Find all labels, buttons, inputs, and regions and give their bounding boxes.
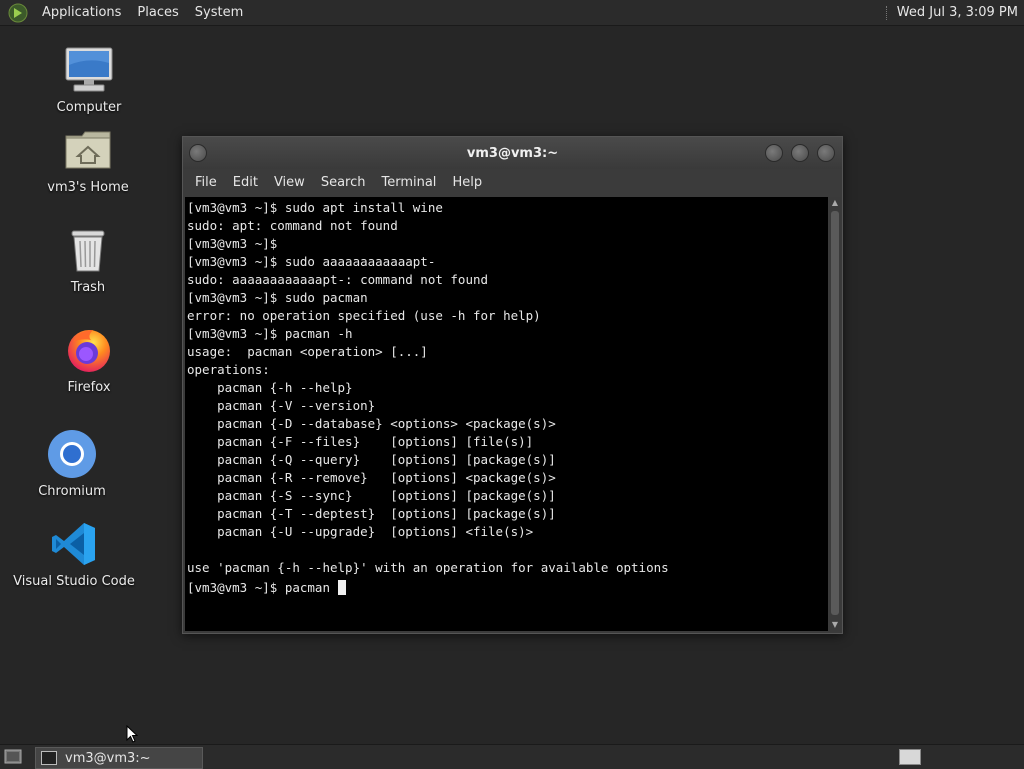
scroll-thumb[interactable]	[831, 211, 839, 615]
clock[interactable]: Wed Jul 3, 3:09 PM	[897, 5, 1024, 20]
desktop-icon-label: Computer	[56, 100, 122, 115]
desktop-icon-home[interactable]: vm3's Home	[28, 124, 148, 195]
terminal-line: [vm3@vm3 ~]$ pacman -h	[187, 326, 353, 341]
computer-icon	[63, 44, 115, 96]
menu-terminal[interactable]: Terminal	[373, 175, 444, 190]
menu-view[interactable]: View	[266, 175, 313, 190]
menu-file[interactable]: File	[187, 175, 225, 190]
terminal-text: [vm3@vm3 ~]$ sudo apt install wine sudo: …	[185, 197, 828, 577]
places-menu[interactable]: Places	[129, 0, 186, 25]
workspace-switcher[interactable]	[899, 749, 921, 765]
terminal-line: pacman {-T --deptest} [options] [package…	[187, 506, 556, 521]
terminal-line: error: no operation specified (use -h fo…	[187, 308, 541, 323]
scroll-up-arrow-icon[interactable]: ▲	[829, 197, 841, 209]
applications-menu[interactable]: Applications	[34, 0, 129, 25]
terminal-menubar: File Edit View Search Terminal Help	[183, 169, 842, 196]
terminal-line: [vm3@vm3 ~]$ sudo aaaaaaaaaaaapt-	[187, 254, 436, 269]
terminal-line: pacman {-R --remove} [options] <package(…	[187, 470, 556, 485]
firefox-icon	[63, 324, 115, 376]
desktop-icon-vscode[interactable]: Visual Studio Code	[13, 518, 135, 589]
home-folder-icon	[62, 124, 114, 176]
desktop-icon-trash[interactable]: Trash	[28, 224, 148, 295]
desktop-icon-label: Trash	[70, 280, 106, 295]
terminal-line: pacman {-U --upgrade} [options] <file(s)…	[187, 524, 534, 539]
terminal-line: pacman {-h --help}	[187, 380, 353, 395]
desktop-icon-chromium[interactable]: Chromium	[12, 428, 132, 499]
desktop-icon-label: Firefox	[67, 380, 111, 395]
show-desktop-icon[interactable]	[4, 749, 22, 764]
vscode-icon	[48, 518, 100, 570]
terminal-line: [vm3@vm3 ~]$ sudo pacman	[187, 290, 368, 305]
system-menu[interactable]: System	[187, 0, 251, 25]
terminal-line: sudo: apt: command not found	[187, 218, 398, 233]
terminal-line: pacman {-V --version}	[187, 398, 376, 413]
trash-icon	[62, 224, 114, 276]
desktop-icon-label: Chromium	[38, 484, 106, 499]
terminal-line: operations:	[187, 362, 270, 377]
terminal-line: pacman {-Q --query} [options] [package(s…	[187, 452, 556, 467]
terminal-window[interactable]: vm3@vm3:~ File Edit View Search Terminal…	[182, 136, 843, 634]
terminal-line: use 'pacman {-h --help}' with an operati…	[187, 560, 669, 575]
desktop-icon-label: Visual Studio Code	[13, 574, 135, 589]
top-panel: Applications Places System Wed Jul 3, 3:…	[0, 0, 1024, 26]
bottom-panel: vm3@vm3:~	[0, 744, 1024, 769]
terminal-icon	[41, 751, 57, 765]
menu-search[interactable]: Search	[313, 175, 374, 190]
terminal-prompt-line[interactable]: [vm3@vm3 ~]$ pacman	[185, 577, 828, 597]
terminal-line: pacman {-F --files} [options] [file(s)]	[187, 434, 534, 449]
terminal-line: sudo: aaaaaaaaaaaapt-: command not found	[187, 272, 489, 287]
terminal-line: pacman {-S --sync} [options] [package(s)…	[187, 488, 556, 503]
mouse-pointer-icon	[126, 725, 138, 743]
desktop-icon-computer[interactable]: Computer	[29, 44, 149, 115]
terminal-line: [vm3@vm3 ~]$ sudo apt install wine	[187, 200, 443, 215]
menu-help[interactable]: Help	[444, 175, 490, 190]
desktop-icon-label: vm3's Home	[47, 180, 129, 195]
close-button[interactable]	[817, 144, 835, 162]
text-cursor	[337, 580, 346, 595]
minimize-button[interactable]	[765, 144, 783, 162]
mate-logo-icon[interactable]	[8, 3, 28, 23]
maximize-button[interactable]	[791, 144, 809, 162]
terminal-line: usage: pacman <operation> [...]	[187, 344, 428, 359]
taskbar-label: vm3@vm3:~	[65, 750, 151, 766]
terminal-scrollbar[interactable]: ▲ ▼	[829, 197, 841, 631]
panel-separator	[885, 5, 889, 20]
terminal-line: pacman {-D --database} <options> <packag…	[187, 416, 556, 431]
terminal-prompt: [vm3@vm3 ~]$ pacman	[187, 580, 338, 595]
terminal-titlebar[interactable]: vm3@vm3:~	[183, 137, 842, 169]
menu-edit[interactable]: Edit	[225, 175, 266, 190]
top-panel-right: Wed Jul 3, 3:09 PM	[885, 0, 1024, 25]
terminal-output[interactable]: [vm3@vm3 ~]$ sudo apt install wine sudo: …	[185, 197, 828, 631]
scroll-down-arrow-icon[interactable]: ▼	[829, 619, 841, 631]
terminal-line: [vm3@vm3 ~]$	[187, 236, 278, 251]
desktop-icon-firefox[interactable]: Firefox	[29, 324, 149, 395]
window-title: vm3@vm3:~	[466, 145, 559, 161]
chromium-icon	[46, 428, 98, 480]
taskbar-terminal-button[interactable]: vm3@vm3:~	[35, 747, 203, 769]
